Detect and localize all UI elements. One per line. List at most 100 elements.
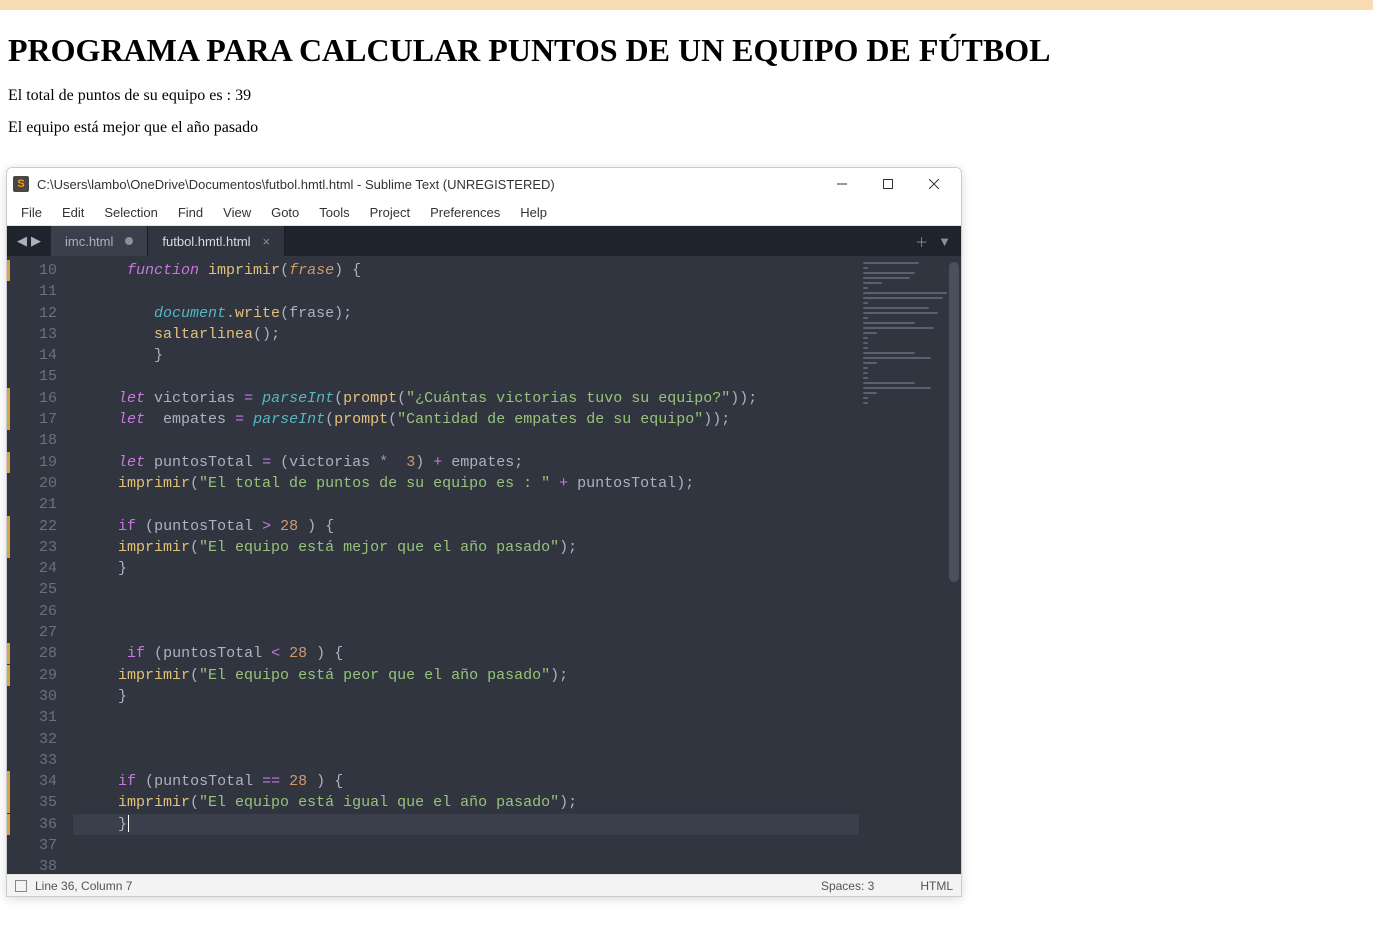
minimap-line	[863, 332, 877, 334]
tab-history-forward-icon[interactable]: ▶	[31, 233, 41, 249]
code-line	[73, 366, 859, 387]
minimap-line	[863, 297, 943, 299]
menu-item-tools[interactable]: Tools	[309, 202, 359, 223]
code-line: if (puntosTotal > 28 ) {	[73, 516, 859, 537]
browser-chrome-strip	[0, 0, 1373, 10]
line-number: 10	[7, 260, 57, 281]
code-line: document.write(frase);	[73, 303, 859, 324]
statusbar-cursor-position[interactable]: Line 36, Column 7	[35, 879, 132, 893]
output-line-2: El equipo está mejor que el año pasado	[8, 119, 1365, 137]
menu-item-help[interactable]: Help	[510, 202, 557, 223]
tab-dirty-indicator-icon	[125, 237, 133, 245]
code-line	[73, 707, 859, 728]
menu-item-preferences[interactable]: Preferences	[420, 202, 510, 223]
code-line	[73, 579, 859, 600]
minimap[interactable]	[859, 256, 961, 874]
window-maximize-button[interactable]	[865, 168, 911, 200]
output-line-1: El total de puntos de su equipo es : 39	[8, 87, 1365, 105]
code-line	[73, 835, 859, 856]
window-minimize-button[interactable]	[819, 168, 865, 200]
statusbar-syntax[interactable]: HTML	[920, 879, 953, 893]
tab-bar: ◀ ▶ imc.html futbol.hmtl.html × ＋ ▼	[7, 226, 961, 256]
sublime-app-icon: S	[13, 176, 29, 192]
minimap-line	[863, 382, 915, 384]
minimap-line	[863, 307, 929, 309]
minimap-line	[863, 357, 931, 359]
line-number: 26	[7, 601, 57, 622]
menu-item-find[interactable]: Find	[168, 202, 213, 223]
line-number: 38	[7, 856, 57, 877]
line-number: 30	[7, 686, 57, 707]
code-line: }	[73, 686, 859, 707]
line-number: 25	[7, 579, 57, 600]
line-number: 11	[7, 281, 57, 302]
tab-imc-html[interactable]: imc.html	[51, 226, 148, 256]
tab-futbol-hmtl-html[interactable]: futbol.hmtl.html ×	[148, 226, 285, 256]
line-number-gutter: 1011121314151617181920212223242526272829…	[7, 256, 69, 874]
code-line: function imprimir(frase) {	[73, 260, 859, 281]
line-number: 13	[7, 324, 57, 345]
tab-label: imc.html	[65, 234, 113, 249]
line-number: 18	[7, 430, 57, 451]
minimap-line	[863, 402, 868, 404]
line-number: 28	[7, 643, 57, 664]
menu-item-view[interactable]: View	[213, 202, 261, 223]
minimap-line	[863, 282, 882, 284]
line-number: 20	[7, 473, 57, 494]
tab-dropdown-icon[interactable]: ▼	[938, 234, 951, 249]
menu-item-selection[interactable]: Selection	[94, 202, 167, 223]
minimap-line	[863, 367, 868, 369]
menu-item-goto[interactable]: Goto	[261, 202, 309, 223]
minimap-line	[863, 292, 948, 294]
code-line	[73, 729, 859, 750]
line-number: 19	[7, 452, 57, 473]
sublime-text-window: S C:\Users\lambo\OneDrive\Documentos\fut…	[6, 167, 962, 897]
editor-area: 1011121314151617181920212223242526272829…	[7, 256, 961, 874]
code-line: imprimir("El equipo está peor que el año…	[73, 665, 859, 686]
statusbar-checkbox-icon[interactable]	[15, 880, 27, 892]
tab-history-back-icon[interactable]: ◀	[17, 233, 27, 249]
window-titlebar[interactable]: S C:\Users\lambo\OneDrive\Documentos\fut…	[7, 168, 961, 200]
code-line: if (puntosTotal < 28 ) {	[73, 643, 859, 664]
code-line	[73, 430, 859, 451]
new-tab-icon[interactable]: ＋	[915, 232, 928, 251]
tab-label: futbol.hmtl.html	[162, 234, 250, 249]
menu-item-edit[interactable]: Edit	[52, 202, 94, 223]
status-bar: Line 36, Column 7 Spaces: 3 HTML	[7, 874, 961, 896]
line-number: 36	[7, 814, 57, 835]
line-number: 16	[7, 388, 57, 409]
line-number: 24	[7, 558, 57, 579]
tab-close-icon[interactable]: ×	[263, 234, 271, 249]
minimap-line	[863, 272, 915, 274]
text-cursor	[128, 815, 129, 832]
minimap-line	[863, 352, 915, 354]
line-number: 35	[7, 792, 57, 813]
minimap-line	[863, 287, 868, 289]
line-number: 21	[7, 494, 57, 515]
page-heading: PROGRAMA PARA CALCULAR PUNTOS DE UN EQUI…	[8, 32, 1365, 69]
line-number: 27	[7, 622, 57, 643]
code-line: imprimir("El equipo está igual que el añ…	[73, 792, 859, 813]
code-editor[interactable]: function imprimir(frase) { document.writ…	[69, 256, 859, 874]
scrollbar-thumb[interactable]	[949, 262, 959, 582]
menu-item-file[interactable]: File	[11, 202, 52, 223]
vertical-scrollbar[interactable]	[947, 256, 961, 874]
statusbar-indentation[interactable]: Spaces: 3	[821, 879, 874, 893]
line-number: 17	[7, 409, 57, 430]
window-close-button[interactable]	[911, 168, 957, 200]
minimap-line	[863, 397, 868, 399]
line-number: 29	[7, 665, 57, 686]
minimap-line	[863, 312, 938, 314]
minimap-line	[863, 322, 915, 324]
line-number: 33	[7, 750, 57, 771]
menu-item-project[interactable]: Project	[360, 202, 420, 223]
code-line: saltarlinea();	[73, 324, 859, 345]
code-line	[73, 856, 859, 874]
code-line: }	[73, 345, 859, 366]
minimap-line	[863, 337, 868, 339]
rendered-html-page: PROGRAMA PARA CALCULAR PUNTOS DE UN EQUI…	[0, 10, 1373, 159]
code-line	[73, 750, 859, 771]
code-line	[73, 494, 859, 515]
line-number: 14	[7, 345, 57, 366]
minimap-line	[863, 342, 868, 344]
